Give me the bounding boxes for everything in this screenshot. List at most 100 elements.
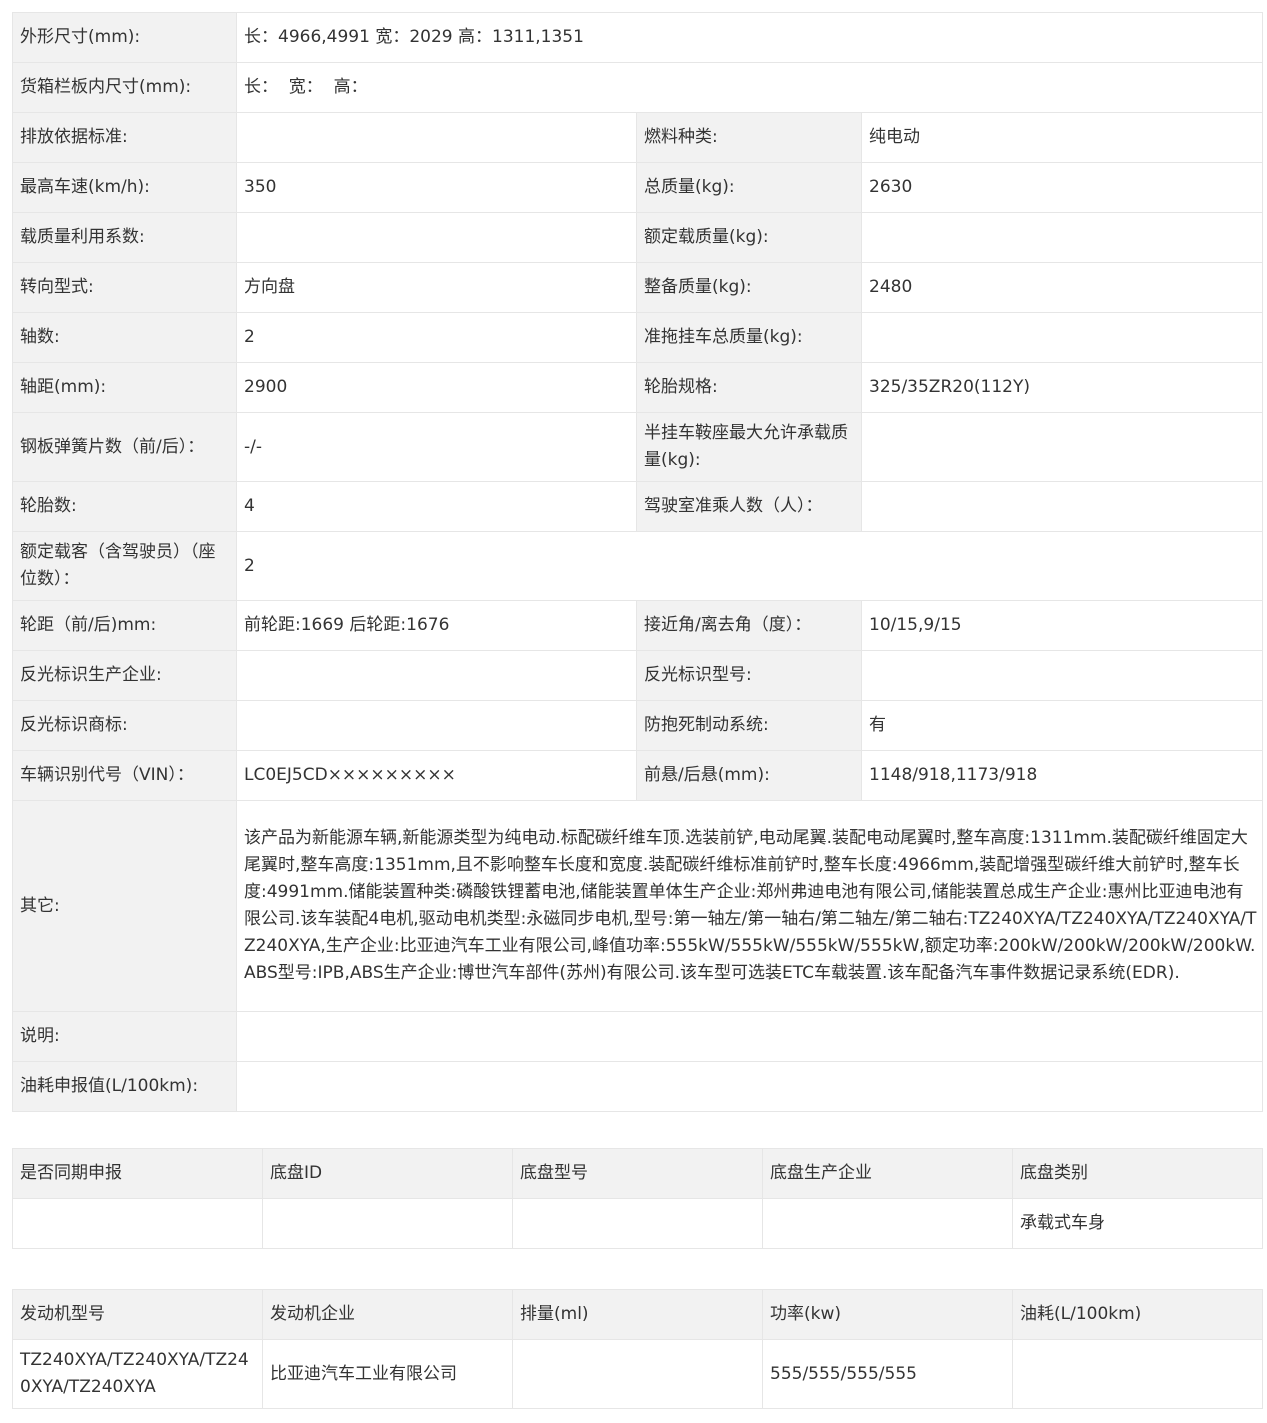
dimensions-label: 外形尺寸(mm): — [12, 12, 237, 63]
reflector-model-label: 反光标识型号: — [636, 650, 862, 701]
chassis-cell: 承载式车身 — [1012, 1198, 1263, 1249]
trailer-mass-label: 准拖挂车总质量(kg): — [636, 312, 862, 363]
note-label: 说明: — [12, 1011, 237, 1062]
axles-label: 轴数: — [12, 312, 237, 363]
tire-count-value: 4 — [236, 481, 637, 532]
chassis-cell — [12, 1198, 263, 1249]
chassis-data-row: 承载式车身 — [12, 1198, 1263, 1249]
engine-cell — [1012, 1339, 1263, 1409]
saddle-load-value — [861, 412, 1263, 482]
other-label: 其它: — [12, 800, 237, 1012]
row-axles-trailer: 轴数: 2 准拖挂车总质量(kg): — [12, 312, 1263, 363]
rated-load-label: 额定载质量(kg): — [636, 212, 862, 263]
chassis-cell — [262, 1198, 513, 1249]
load-coefficient-value — [236, 212, 637, 263]
tire-count-label: 轮胎数: — [12, 481, 237, 532]
engine-header-cell: 发动机企业 — [262, 1289, 513, 1340]
row-tires-cab: 轮胎数: 4 驾驶室准乘人数（人）： — [12, 481, 1263, 532]
reflector-maker-value — [236, 650, 637, 701]
track-width-label: 轮距（前/后)mm: — [12, 600, 237, 651]
vin-label: 车辆识别代号（VIN）： — [12, 750, 237, 801]
approach-angle-value: 10/15,9/15 — [861, 600, 1263, 651]
chassis-header-cell: 底盘型号 — [512, 1148, 763, 1199]
axles-value: 2 — [236, 312, 637, 363]
wheelbase-label: 轴距(mm): — [12, 362, 237, 413]
engine-header-cell: 油耗(L/100km) — [1012, 1289, 1263, 1340]
vehicle-params-table: 外形尺寸(mm): 长：4966,4991 宽：2029 高：1311,1351… — [12, 12, 1263, 1112]
abs-label: 防抱死制动系统: — [636, 700, 862, 751]
reflector-maker-label: 反光标识生产企业: — [12, 650, 237, 701]
row-wheelbase-tire: 轴距(mm): 2900 轮胎规格: 325/35ZR20(112Y) — [12, 362, 1263, 413]
engine-header-cell: 排量(ml) — [512, 1289, 763, 1340]
reflector-brand-value — [236, 700, 637, 751]
chassis-cell — [512, 1198, 763, 1249]
total-mass-value: 2630 — [861, 162, 1263, 213]
fuel-declared-label: 油耗申报值(L/100km): — [12, 1061, 237, 1112]
curb-mass-label: 整备质量(kg): — [636, 262, 862, 313]
vin-value: LC0EJ5CD××××××××× — [236, 750, 637, 801]
row-speed-mass: 最高车速(km/h): 350 总质量(kg): 2630 — [12, 162, 1263, 213]
chassis-header-cell: 是否同期申报 — [12, 1148, 263, 1199]
engine-cell: TZ240XYA/TZ240XYA/TZ240XYA/TZ240XYA — [12, 1339, 263, 1409]
curb-mass-value: 2480 — [861, 262, 1263, 313]
cab-occupants-label: 驾驶室准乘人数（人）： — [636, 481, 862, 532]
chassis-cell — [762, 1198, 1013, 1249]
row-note: 说明: — [12, 1011, 1263, 1062]
fuel-type-label: 燃料种类: — [636, 112, 862, 163]
note-value — [236, 1011, 1263, 1062]
emission-standard-value — [236, 112, 637, 163]
wheelbase-value: 2900 — [236, 362, 637, 413]
reflector-brand-label: 反光标识商标: — [12, 700, 237, 751]
engine-header-cell: 发动机型号 — [12, 1289, 263, 1340]
saddle-load-label: 半挂车鞍座最大允许承载质量(kg): — [636, 412, 862, 482]
approach-angle-label: 接近角/离去角（度）： — [636, 600, 862, 651]
tire-spec-label: 轮胎规格: — [636, 362, 862, 413]
total-mass-label: 总质量(kg): — [636, 162, 862, 213]
max-speed-label: 最高车速(km/h): — [12, 162, 237, 213]
row-cargo-dimensions: 货箱栏板内尺寸(mm): 长： 宽： 高： — [12, 62, 1263, 113]
max-speed-value: 350 — [236, 162, 637, 213]
overhang-value: 1148/918,1173/918 — [861, 750, 1263, 801]
chassis-table: 是否同期申报 底盘ID 底盘型号 底盘生产企业 底盘类别 承载式车身 — [12, 1148, 1263, 1249]
load-coefficient-label: 载质量利用系数: — [12, 212, 237, 263]
fuel-type-value: 纯电动 — [861, 112, 1263, 163]
reflector-model-value — [861, 650, 1263, 701]
row-steering-curb: 转向型式: 方向盘 整备质量(kg): 2480 — [12, 262, 1263, 313]
passengers-value: 2 — [236, 531, 1263, 601]
engine-cell: 比亚迪汽车工业有限公司 — [262, 1339, 513, 1409]
rated-load-value — [861, 212, 1263, 263]
trailer-mass-value — [861, 312, 1263, 363]
engine-data-row: TZ240XYA/TZ240XYA/TZ240XYA/TZ240XYA 比亚迪汽… — [12, 1339, 1263, 1409]
row-fuel-declared: 油耗申报值(L/100km): — [12, 1061, 1263, 1112]
row-load: 载质量利用系数: 额定载质量(kg): — [12, 212, 1263, 263]
overhang-label: 前悬/后悬(mm): — [636, 750, 862, 801]
fuel-declared-value — [236, 1061, 1263, 1112]
cargo-dimensions-value: 长： 宽： 高： — [236, 62, 1263, 113]
row-reflector-brand-abs: 反光标识商标: 防抱死制动系统: 有 — [12, 700, 1263, 751]
row-vin-overhang: 车辆识别代号（VIN）： LC0EJ5CD××××××××× 前悬/后悬(mm)… — [12, 750, 1263, 801]
spring-count-label: 钢板弹簧片数（前/后）： — [12, 412, 237, 482]
chassis-header-cell: 底盘生产企业 — [762, 1148, 1013, 1199]
chassis-header-row: 是否同期申报 底盘ID 底盘型号 底盘生产企业 底盘类别 — [12, 1148, 1263, 1199]
chassis-header-cell: 底盘类别 — [1012, 1148, 1263, 1199]
engine-cell: 555/555/555/555 — [762, 1339, 1013, 1409]
row-passengers: 额定载客（含驾驶员）（座位数）： 2 — [12, 531, 1263, 601]
cargo-dimensions-label: 货箱栏板内尺寸(mm): — [12, 62, 237, 113]
track-width-value: 前轮距:1669 后轮距:1676 — [236, 600, 637, 651]
other-value: 该产品为新能源车辆,新能源类型为纯电动.标配碳纤维车顶.选装前铲,电动尾翼.装配… — [236, 800, 1263, 1012]
engine-cell — [512, 1339, 763, 1409]
steering-label: 转向型式: — [12, 262, 237, 313]
passengers-label: 额定载客（含驾驶员）（座位数）： — [12, 531, 237, 601]
row-reflector-maker: 反光标识生产企业: 反光标识型号: — [12, 650, 1263, 701]
row-track-angle: 轮距（前/后)mm: 前轮距:1669 后轮距:1676 接近角/离去角（度）：… — [12, 600, 1263, 651]
row-other: 其它: 该产品为新能源车辆,新能源类型为纯电动.标配碳纤维车顶.选装前铲,电动尾… — [12, 800, 1263, 1012]
row-emission-fuel: 排放依据标准: 燃料种类: 纯电动 — [12, 112, 1263, 163]
row-spring-saddle: 钢板弹簧片数（前/后）： -/- 半挂车鞍座最大允许承载质量(kg): — [12, 412, 1263, 482]
abs-value: 有 — [861, 700, 1263, 751]
engine-header-cell: 功率(kw) — [762, 1289, 1013, 1340]
row-dimensions: 外形尺寸(mm): 长：4966,4991 宽：2029 高：1311,1351 — [12, 12, 1263, 63]
tire-spec-value: 325/35ZR20(112Y) — [861, 362, 1263, 413]
engine-header-row: 发动机型号 发动机企业 排量(ml) 功率(kw) 油耗(L/100km) — [12, 1289, 1263, 1340]
spring-count-value: -/- — [236, 412, 637, 482]
steering-value: 方向盘 — [236, 262, 637, 313]
